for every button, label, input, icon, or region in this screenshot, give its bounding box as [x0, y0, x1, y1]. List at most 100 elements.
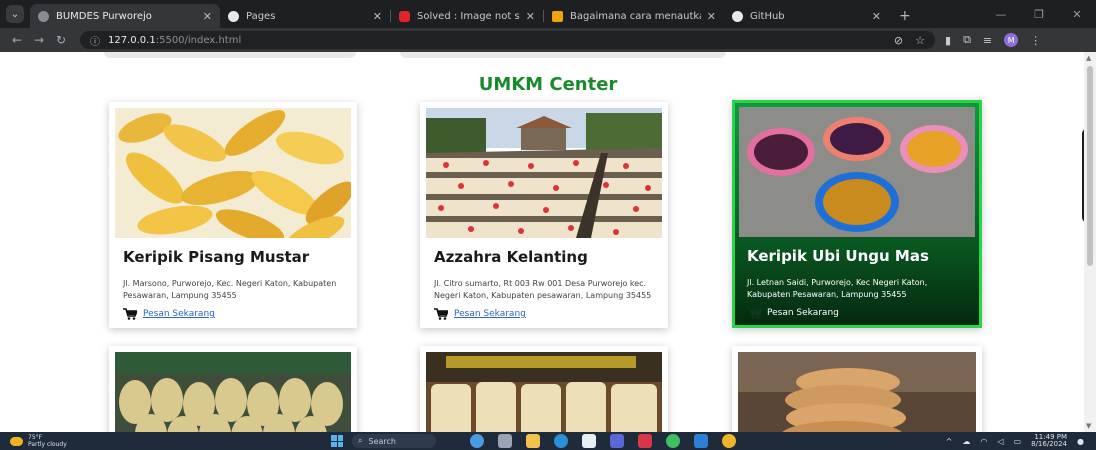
tab-pages[interactable]: Pages ✕ [220, 4, 390, 28]
section-title: UMKM Center [478, 74, 618, 95]
rice-crackers-image [738, 352, 976, 432]
banana-chips-photo [115, 108, 351, 238]
app-icon[interactable] [610, 434, 624, 448]
kelanting-drying-image [426, 108, 662, 238]
widgets-app-icon[interactable] [470, 434, 484, 448]
tab-label: Pages [246, 10, 276, 22]
product-card-azzahra-kelanting[interactable]: Azzahra Kelanting Jl. Citro sumarto, Rt … [420, 102, 668, 328]
tab-label: Bagaimana cara menautkan CS [570, 10, 701, 22]
window-controls: — ❐ ✕ [982, 0, 1096, 28]
profile-avatar[interactable]: M [1004, 33, 1019, 47]
notification-bell-icon[interactable]: ● [1077, 437, 1084, 446]
tab-close-icon[interactable]: ✕ [373, 10, 382, 23]
shopping-cart-icon [747, 307, 761, 319]
globe-favicon-icon [38, 10, 49, 22]
order-now-link[interactable]: Pesan Sekarang [454, 309, 526, 319]
scrollbar-thumb[interactable] [1087, 66, 1093, 266]
youtube-favicon-icon [399, 10, 410, 22]
tray-chevron-icon[interactable]: ^ [946, 437, 953, 446]
tab-label: BUMDES Purworejo [56, 10, 152, 22]
taskbar-search[interactable]: ⌕ Search [352, 434, 436, 448]
taskbar-apps [470, 434, 736, 448]
tab-github[interactable]: GitHub ✕ [724, 4, 889, 28]
weather-widget[interactable]: 75°F Partly cloudy [10, 434, 67, 448]
shopping-cart-icon [123, 308, 137, 320]
windows-start-icon[interactable] [331, 435, 343, 447]
windows-taskbar: 75°F Partly cloudy ⌕ Search ^ ☁ ◠ ◁ ▭ 11… [0, 432, 1096, 450]
tab-bagaimana[interactable]: Bagaimana cara menautkan CS ✕ [544, 4, 724, 28]
kelanting-drying-photo [426, 108, 662, 238]
bookmark-star-icon[interactable]: ☆ [915, 34, 925, 47]
shopping-cart-icon [434, 308, 448, 320]
tab-solved[interactable]: Solved : Image not shown on th ✕ [391, 4, 543, 28]
forward-arrow-icon[interactable]: → [28, 33, 50, 47]
url-host: 127.0.0.1 [108, 34, 156, 46]
product-card-bottom-2[interactable] [420, 346, 668, 432]
weather-desc: Partly cloudy [28, 441, 67, 448]
product-address: Jl. Letnan Saidi, Purworejo, Kec Negeri … [747, 278, 928, 299]
product-card-bottom-1[interactable] [109, 346, 357, 432]
url-path: :5500/index.html [155, 34, 242, 46]
order-now-link[interactable]: Pesan Sekarang [143, 309, 215, 319]
address-bar[interactable]: ⓘ 127.0.0.1 :5500/index.html ⊘ ☆ [80, 31, 935, 49]
tab-search-icon[interactable]: ⌄ [6, 5, 24, 23]
order-row: Pesan Sekarang [123, 308, 351, 320]
scroll-up-icon[interactable]: ▲ [1086, 54, 1091, 62]
ubi-bowls-image [739, 107, 975, 237]
store-icon[interactable] [582, 434, 596, 448]
back-arrow-icon[interactable]: ← [6, 33, 28, 47]
close-window-icon[interactable]: ✕ [1058, 8, 1096, 21]
order-now-link[interactable]: Pesan Sekarang [767, 308, 839, 318]
packed-snacks-image [115, 352, 351, 432]
task-view-icon[interactable] [498, 434, 512, 448]
tab-bumdes-purworejo[interactable]: BUMDES Purworejo ✕ [30, 4, 220, 28]
stackoverflow-favicon-icon [552, 10, 563, 22]
file-explorer-icon[interactable] [526, 434, 540, 448]
hide-icon[interactable]: ⊘ [894, 34, 903, 47]
menu-kebab-icon[interactable]: ⋮ [1030, 34, 1041, 47]
order-row: Pesan Sekarang [747, 307, 975, 319]
mail-icon[interactable] [638, 434, 652, 448]
product-card-bottom-3[interactable] [732, 346, 982, 432]
tab-close-icon[interactable]: ✕ [707, 10, 716, 23]
minimize-icon[interactable]: — [982, 8, 1020, 21]
weather-temp: 75°F [28, 434, 43, 441]
extension-icon[interactable]: ▮ [945, 34, 951, 47]
chrome-icon[interactable] [722, 434, 736, 448]
volume-icon[interactable]: ◁ [997, 437, 1003, 446]
wifi-icon[interactable]: ◠ [980, 437, 987, 446]
product-card-keripik-pisang[interactable]: Keripik Pisang Mustar Jl. Marsono, Purwo… [109, 102, 357, 328]
scroll-down-icon[interactable]: ▼ [1086, 422, 1091, 430]
kelanting-bags-image [426, 352, 662, 432]
page-scrollbar[interactable]: ▲ ▼ [1084, 52, 1096, 432]
page-viewport: UMKM Center Keripik Pisang Mustar Jl. Ma… [0, 52, 1096, 432]
browser-toolbar: ← → ↻ ⓘ 127.0.0.1 :5500/index.html ⊘ ☆ ▮… [0, 28, 1096, 52]
nav-shadow-left [104, 52, 356, 58]
product-name: Keripik Ubi Ungu Mas [747, 247, 929, 265]
battery-icon[interactable]: ▭ [1014, 437, 1022, 446]
reading-list-icon[interactable]: ≡ [983, 34, 992, 47]
new-tab-icon[interactable]: + [899, 8, 911, 24]
reload-icon[interactable]: ↻ [50, 33, 72, 47]
product-name: Keripik Pisang Mustar [123, 248, 310, 266]
onedrive-icon[interactable]: ☁ [962, 437, 970, 446]
tab-close-icon[interactable]: ✕ [203, 10, 212, 23]
tab-label: Solved : Image not shown on th [417, 10, 520, 22]
maximize-icon[interactable]: ❐ [1020, 8, 1058, 21]
whatsapp-icon[interactable] [666, 434, 680, 448]
github-favicon-icon [732, 10, 743, 22]
clock[interactable]: 11:49 PM 8/16/2024 [1031, 434, 1067, 448]
product-address: Jl. Marsono, Purworejo, Kec. Negeri Kato… [123, 279, 337, 300]
ubi-bowls-photo [739, 107, 975, 237]
edge-icon[interactable] [554, 434, 568, 448]
system-tray: ^ ☁ ◠ ◁ ▭ 11:49 PM 8/16/2024 ● [946, 434, 1084, 448]
puzzle-icon[interactable]: ⧉ [963, 33, 971, 47]
search-icon: ⌕ [358, 436, 363, 445]
vscode-icon[interactable] [694, 434, 708, 448]
site-info-icon[interactable]: ⓘ [90, 33, 100, 48]
nav-shadow-right [400, 52, 726, 58]
tab-close-icon[interactable]: ✕ [526, 10, 535, 23]
tab-close-icon[interactable]: ✕ [872, 10, 881, 23]
product-card-keripik-ubi-ungu[interactable]: Keripik Ubi Ungu Mas Jl. Letnan Saidi, P… [732, 100, 982, 328]
github-favicon-icon [228, 10, 239, 22]
